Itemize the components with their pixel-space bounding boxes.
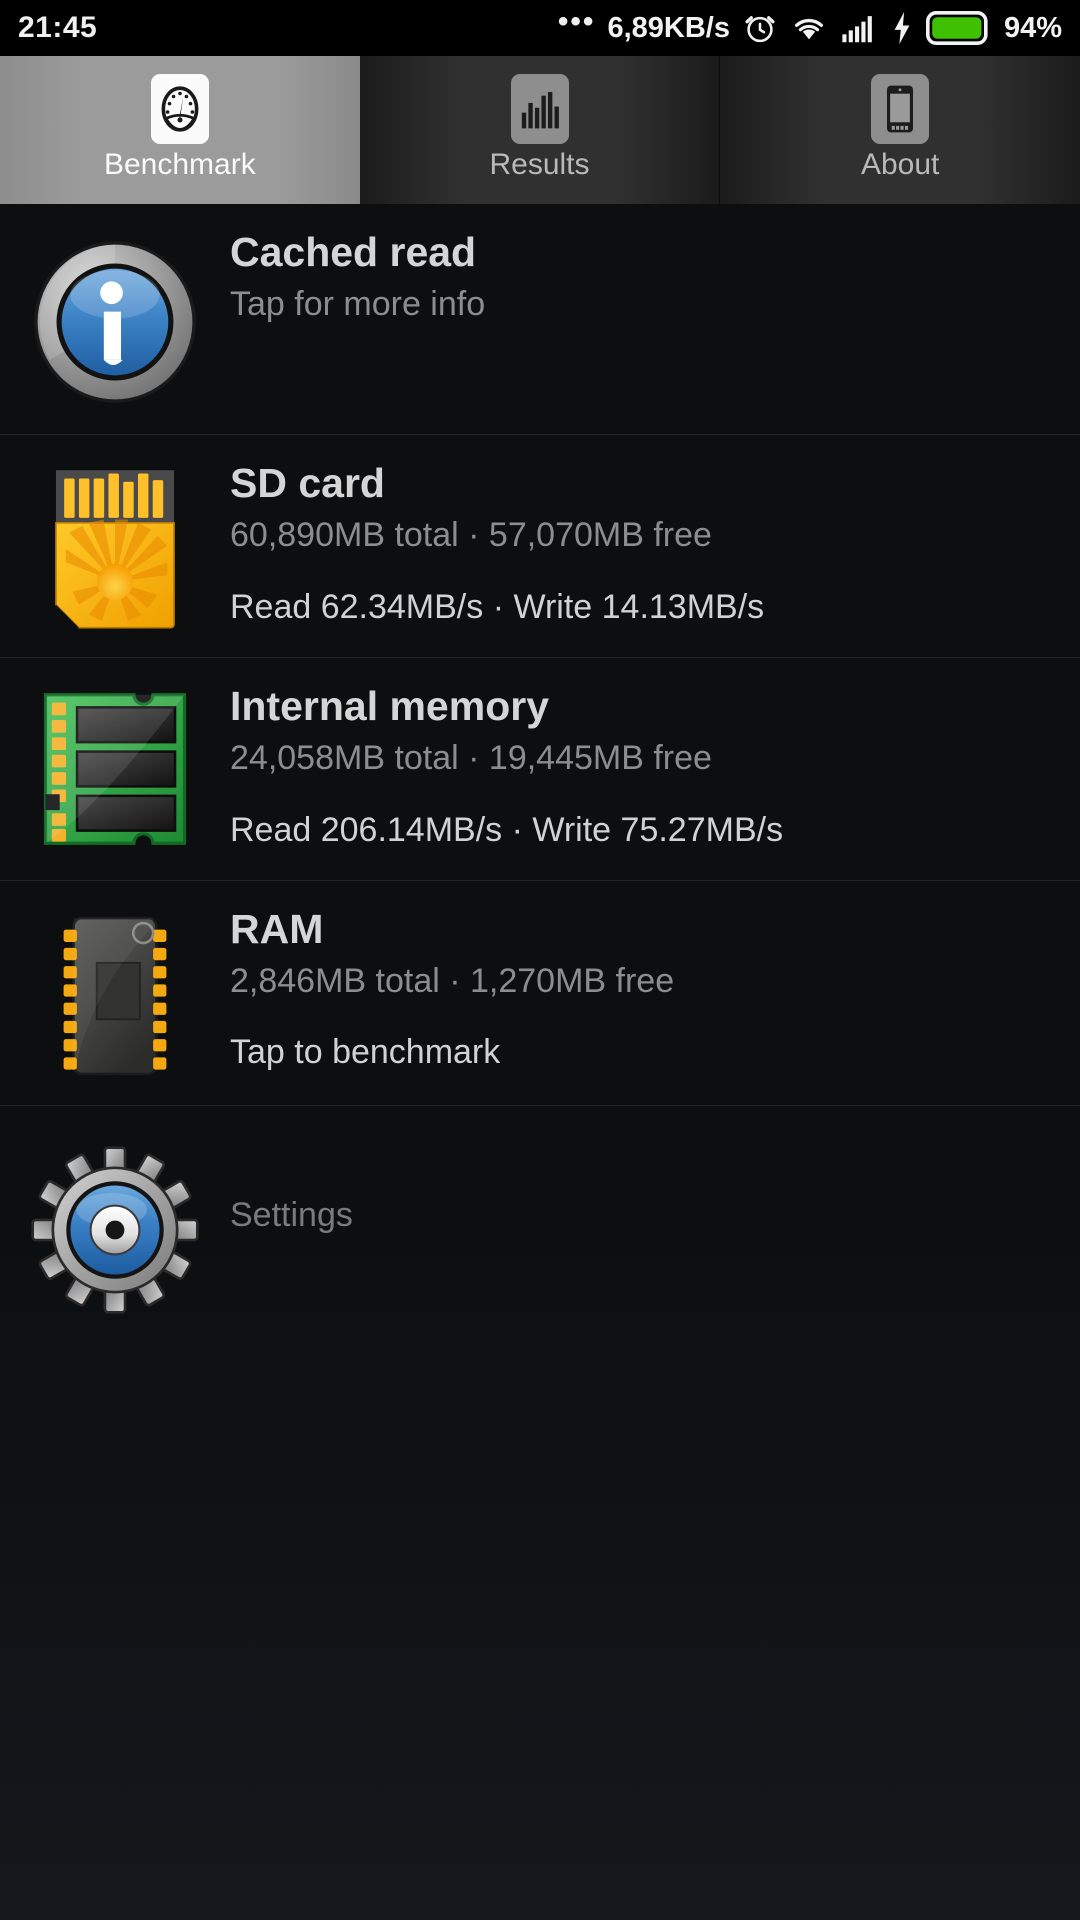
row-icon-wrap (0, 684, 230, 848)
list-item-ram[interactable]: RAM 2,846MB total · 1,270MB free Tap to … (0, 881, 1080, 1106)
phone-icon (871, 74, 930, 144)
row-subtitle: 24,058MB total · 19,445MB free (230, 738, 712, 777)
row-icon-wrap (0, 230, 230, 408)
info-icon (34, 241, 196, 403)
row-text-wrap: RAM 2,846MB total · 1,270MB free Tap to … (230, 905, 1080, 1077)
status-bar: 21:45 ••• 6,89KB/s 94% (0, 0, 1080, 56)
row-text-wrap: Settings (230, 1140, 1080, 1292)
more-dots-icon: ••• (557, 5, 596, 38)
row-action-hint: Tap to benchmark (230, 1033, 501, 1072)
tab-about-label: About (860, 148, 940, 181)
list-item-settings[interactable]: Settings (0, 1106, 1080, 1340)
charging-bolt-icon (894, 11, 910, 45)
row-speeds: Read 62.34MB/s · Write 14.13MB/s (230, 587, 765, 626)
battery-percent-label: 94% (1003, 11, 1062, 44)
list-item-sd-card[interactable]: SD card 60,890MB total · 57,070MB free R… (0, 435, 1080, 658)
memory-module-icon (43, 693, 187, 845)
bar-chart-icon (510, 74, 569, 144)
tab-benchmark[interactable]: Benchmark (0, 56, 360, 204)
row-text-wrap: Internal memory 24,058MB total · 19,445M… (230, 683, 1080, 854)
gear-icon (31, 1146, 199, 1314)
row-subtitle: Tap for more info (230, 284, 486, 323)
row-title: SD card (230, 460, 385, 506)
status-clock: 21:45 (18, 11, 98, 44)
row-speeds: Read 206.14MB/s · Write 75.27MB/s (230, 810, 784, 849)
row-icon-wrap (0, 907, 230, 1079)
ram-chip-icon (63, 916, 167, 1075)
row-title: Cached read (230, 229, 477, 275)
tab-about[interactable]: About (719, 56, 1080, 204)
signal-icon (842, 16, 872, 43)
row-title: RAM (230, 905, 324, 952)
row-text-wrap: Cached read Tap for more info (230, 229, 1080, 328)
benchmark-list: Cached read Tap for more info SD card 60… (0, 204, 1080, 1920)
tab-results-label: Results (489, 148, 590, 181)
network-speed-label: 6,89KB/s (607, 11, 730, 44)
status-right-cluster: ••• 6,89KB/s 94% (557, 5, 1062, 46)
settings-label: Settings (230, 1196, 353, 1235)
battery-icon (925, 11, 988, 45)
row-subtitle: 60,890MB total · 57,070MB free (230, 515, 712, 554)
list-item-cached-read[interactable]: Cached read Tap for more info (0, 204, 1080, 435)
tab-results[interactable]: Results (359, 56, 720, 204)
row-subtitle: 2,846MB total · 1,270MB free (230, 961, 675, 1000)
tab-benchmark-label: Benchmark (103, 148, 256, 181)
row-icon-wrap (0, 1140, 230, 1314)
tab-bar: Benchmark Results About (0, 56, 1080, 204)
row-text-wrap: SD card 60,890MB total · 57,070MB free R… (230, 460, 1080, 631)
alarm-clock-icon (745, 16, 775, 43)
wifi-icon (794, 18, 823, 40)
list-item-internal-memory[interactable]: Internal memory 24,058MB total · 19,445M… (0, 658, 1080, 881)
speedometer-icon (150, 74, 209, 144)
row-icon-wrap (0, 461, 230, 631)
row-title: Internal memory (230, 683, 549, 729)
sd-card-icon (55, 470, 175, 629)
